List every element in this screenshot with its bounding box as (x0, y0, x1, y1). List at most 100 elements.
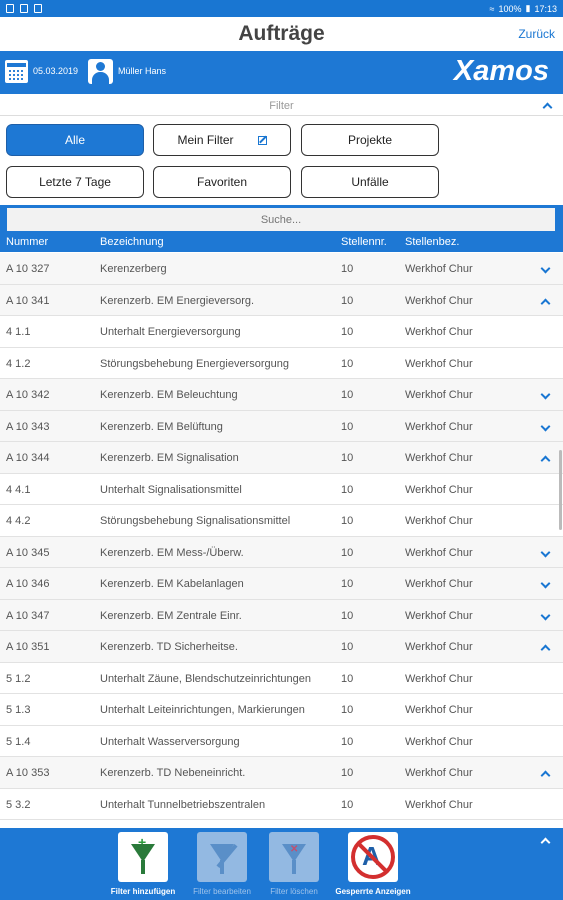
calendar-icon[interactable] (5, 60, 28, 83)
last-7-days-label: Letzte 7 Tage (39, 175, 111, 189)
cell-location-name: Werkhof Chur (405, 294, 473, 307)
chevron-down-icon[interactable] (539, 391, 553, 401)
cell-description: Kerenzerb. EM Kabelanlagen (100, 578, 244, 590)
cell-location-number: 10 (341, 420, 354, 433)
cell-description: Kerenzerb. EM Belüftung (100, 420, 223, 433)
bottom-toolbar: + Filter hinzufügen Filter bearbeiten ✕ … (0, 828, 563, 900)
table-row[interactable]: 4 4.1 Unterhalt Signalisationsmittel 10 Wer… (0, 473, 563, 505)
table-row[interactable]: A 10 347 Kerenzerb. EM Zentrale Einr. 10 We… (0, 599, 563, 631)
cell-description: Kerenzerb. TD Sicherheitse. (100, 641, 238, 653)
cell-number: A 10 343 (6, 420, 50, 433)
filter-label: Filter (269, 100, 294, 112)
table-row[interactable]: A 10 351 Kerenzerb. TD Sicherheitse. 10 Wer… (0, 631, 563, 663)
scrollbar[interactable] (559, 450, 562, 530)
column-header-bezeichnung[interactable]: Bezeichnung (100, 236, 164, 248)
chevron-up-icon[interactable] (539, 769, 553, 779)
cell-location-number: 10 (341, 735, 354, 748)
table-row[interactable]: A 10 343 Kerenzerb. EM Belüftung 10 Werkhof… (0, 410, 563, 442)
cell-number: A 10 327 (6, 263, 50, 275)
table-row[interactable]: 4 4.2 Störungsbehebung Signalisationsmitt… (0, 505, 563, 537)
table-row[interactable]: A 10 342 Kerenzerb. EM Beleuchtung 10 Werkh… (0, 379, 563, 411)
table-row[interactable]: A 10 345 Kerenzerb. EM Mess-/Überw. 10 Werk… (0, 536, 563, 568)
table-row[interactable]: A 10 341 Kerenzerb. EM Energieversorg. 10 W… (0, 284, 563, 316)
delete-filter-label: Filter löschen (270, 887, 318, 896)
table-row[interactable]: A 10 327 Kerenzerberg 10 Werkhof Chur (0, 253, 563, 285)
chevron-up-icon[interactable] (539, 454, 553, 464)
filter-toggle-bar[interactable]: Filter (0, 96, 563, 116)
cell-location-name: Werkhof Chur (405, 641, 473, 653)
user-icon[interactable] (88, 59, 113, 84)
cell-number: A 10 347 (6, 609, 50, 622)
cell-number: 5 3.2 (6, 798, 31, 811)
column-header-stellenbez[interactable]: Stellenbez. (405, 236, 459, 248)
accidents-button[interactable]: Unfälle (301, 166, 439, 198)
show-blocked-button[interactable]: A (348, 832, 398, 882)
cell-description: Kerenzerb. EM Beleuchtung (100, 389, 238, 401)
cell-location-name: Werkhof Chur (405, 578, 473, 590)
cell-location-name: Werkhof Chur (405, 704, 473, 716)
table-row[interactable]: 5 1.4 Unterhalt Wasserversorgung 10 Werkhof… (0, 725, 563, 757)
cell-number: A 10 344 (6, 452, 50, 464)
cell-location-number: 10 (341, 389, 354, 401)
chevron-up-icon[interactable] (539, 836, 553, 846)
my-filter-button[interactable]: Mein Filter (153, 124, 291, 156)
cell-description: Unterhalt Signalisationsmittel (100, 483, 242, 496)
column-header-nummer[interactable]: Nummer (6, 236, 48, 248)
cell-description: Kerenzerb. TD Nebeneinricht. (100, 767, 246, 779)
table-row[interactable]: A 10 353 Kerenzerb. TD Nebeneinricht. 10 We… (0, 757, 563, 789)
cell-location-number: 10 (341, 357, 354, 370)
filter-all-button[interactable]: Alle (6, 124, 144, 156)
table-row[interactable]: 5 3.2 Unterhalt Tunnelbetriebszentralen 10… (0, 788, 563, 820)
image-icon (20, 4, 28, 13)
cell-description: Unterhalt Wasserversorgung (100, 735, 240, 748)
chevron-down-icon[interactable] (539, 265, 553, 275)
cell-location-number: 10 (341, 578, 354, 590)
brand-logo: Xamos (453, 55, 549, 87)
cell-location-name: Werkhof Chur (405, 672, 473, 685)
cell-description: Störungsbehebung Energieversorgung (100, 357, 289, 370)
table-row[interactable]: A 10 346 Kerenzerb. EM Kabelanlagen 10 Werk… (0, 568, 563, 600)
chevron-up-icon[interactable] (539, 297, 553, 307)
cell-location-name: Werkhof Chur (405, 798, 473, 811)
status-bar: ≈ 100% ▮ 17:13 (0, 0, 563, 17)
search-input[interactable] (7, 208, 555, 231)
edit-icon (257, 135, 267, 145)
cell-location-number: 10 (341, 263, 354, 275)
cell-location-number: 10 (341, 515, 354, 527)
table-row[interactable]: 4 1.1 Unterhalt Energieversorgung 10 Werkho… (0, 316, 563, 348)
favorites-label: Favoriten (196, 175, 248, 189)
cell-number: A 10 351 (6, 641, 50, 653)
chevron-down-icon[interactable] (539, 580, 553, 590)
chevron-up-icon[interactable] (541, 101, 555, 111)
column-header-stellennr[interactable]: Stellennr. (341, 236, 387, 248)
cell-location-name: Werkhof Chur (405, 483, 473, 496)
table-row[interactable]: 5 1.2 Unterhalt Zäune, Blendschutzeinrich… (0, 662, 563, 694)
cell-description: Unterhalt Energieversorgung (100, 326, 241, 338)
cell-location-number: 10 (341, 641, 354, 653)
add-filter-button[interactable]: + (118, 832, 168, 882)
cell-location-name: Werkhof Chur (405, 515, 473, 527)
last-7-days-button[interactable]: Letzte 7 Tage (6, 166, 144, 198)
table-row[interactable]: 4 1.2 Störungsbehebung Energieversorgung 1… (0, 347, 563, 379)
cell-number: A 10 346 (6, 578, 50, 590)
chevron-down-icon[interactable] (539, 612, 553, 622)
favorites-button[interactable]: Favoriten (153, 166, 291, 198)
cell-number: 5 1.2 (6, 672, 31, 685)
projects-button[interactable]: Projekte (301, 124, 439, 156)
chevron-up-icon[interactable] (539, 643, 553, 653)
table-row[interactable]: 5 1.3 Unterhalt Leiteinrichtungen, Markie… (0, 694, 563, 726)
delete-filter-button[interactable]: ✕ (269, 832, 319, 882)
chevron-down-icon[interactable] (539, 549, 553, 559)
wifi-icon: ≈ (489, 3, 495, 14)
cell-number: 4 1.1 (6, 326, 31, 338)
info-header: 05.03.2019 Müller Hans Xamos (0, 51, 563, 94)
cell-location-name: Werkhof Chur (405, 609, 473, 622)
back-link[interactable]: Zurück (518, 27, 555, 41)
cell-description: Kerenzerberg (100, 263, 167, 275)
cell-number: A 10 342 (6, 389, 50, 401)
chevron-down-icon[interactable] (539, 423, 553, 433)
table-row[interactable]: A 10 344 Kerenzerb. EM Signalisation 10 Wer… (0, 442, 563, 474)
edit-filter-button[interactable] (197, 832, 247, 882)
cell-location-name: Werkhof Chur (405, 326, 473, 338)
edit-filter-label: Filter bearbeiten (193, 887, 251, 896)
